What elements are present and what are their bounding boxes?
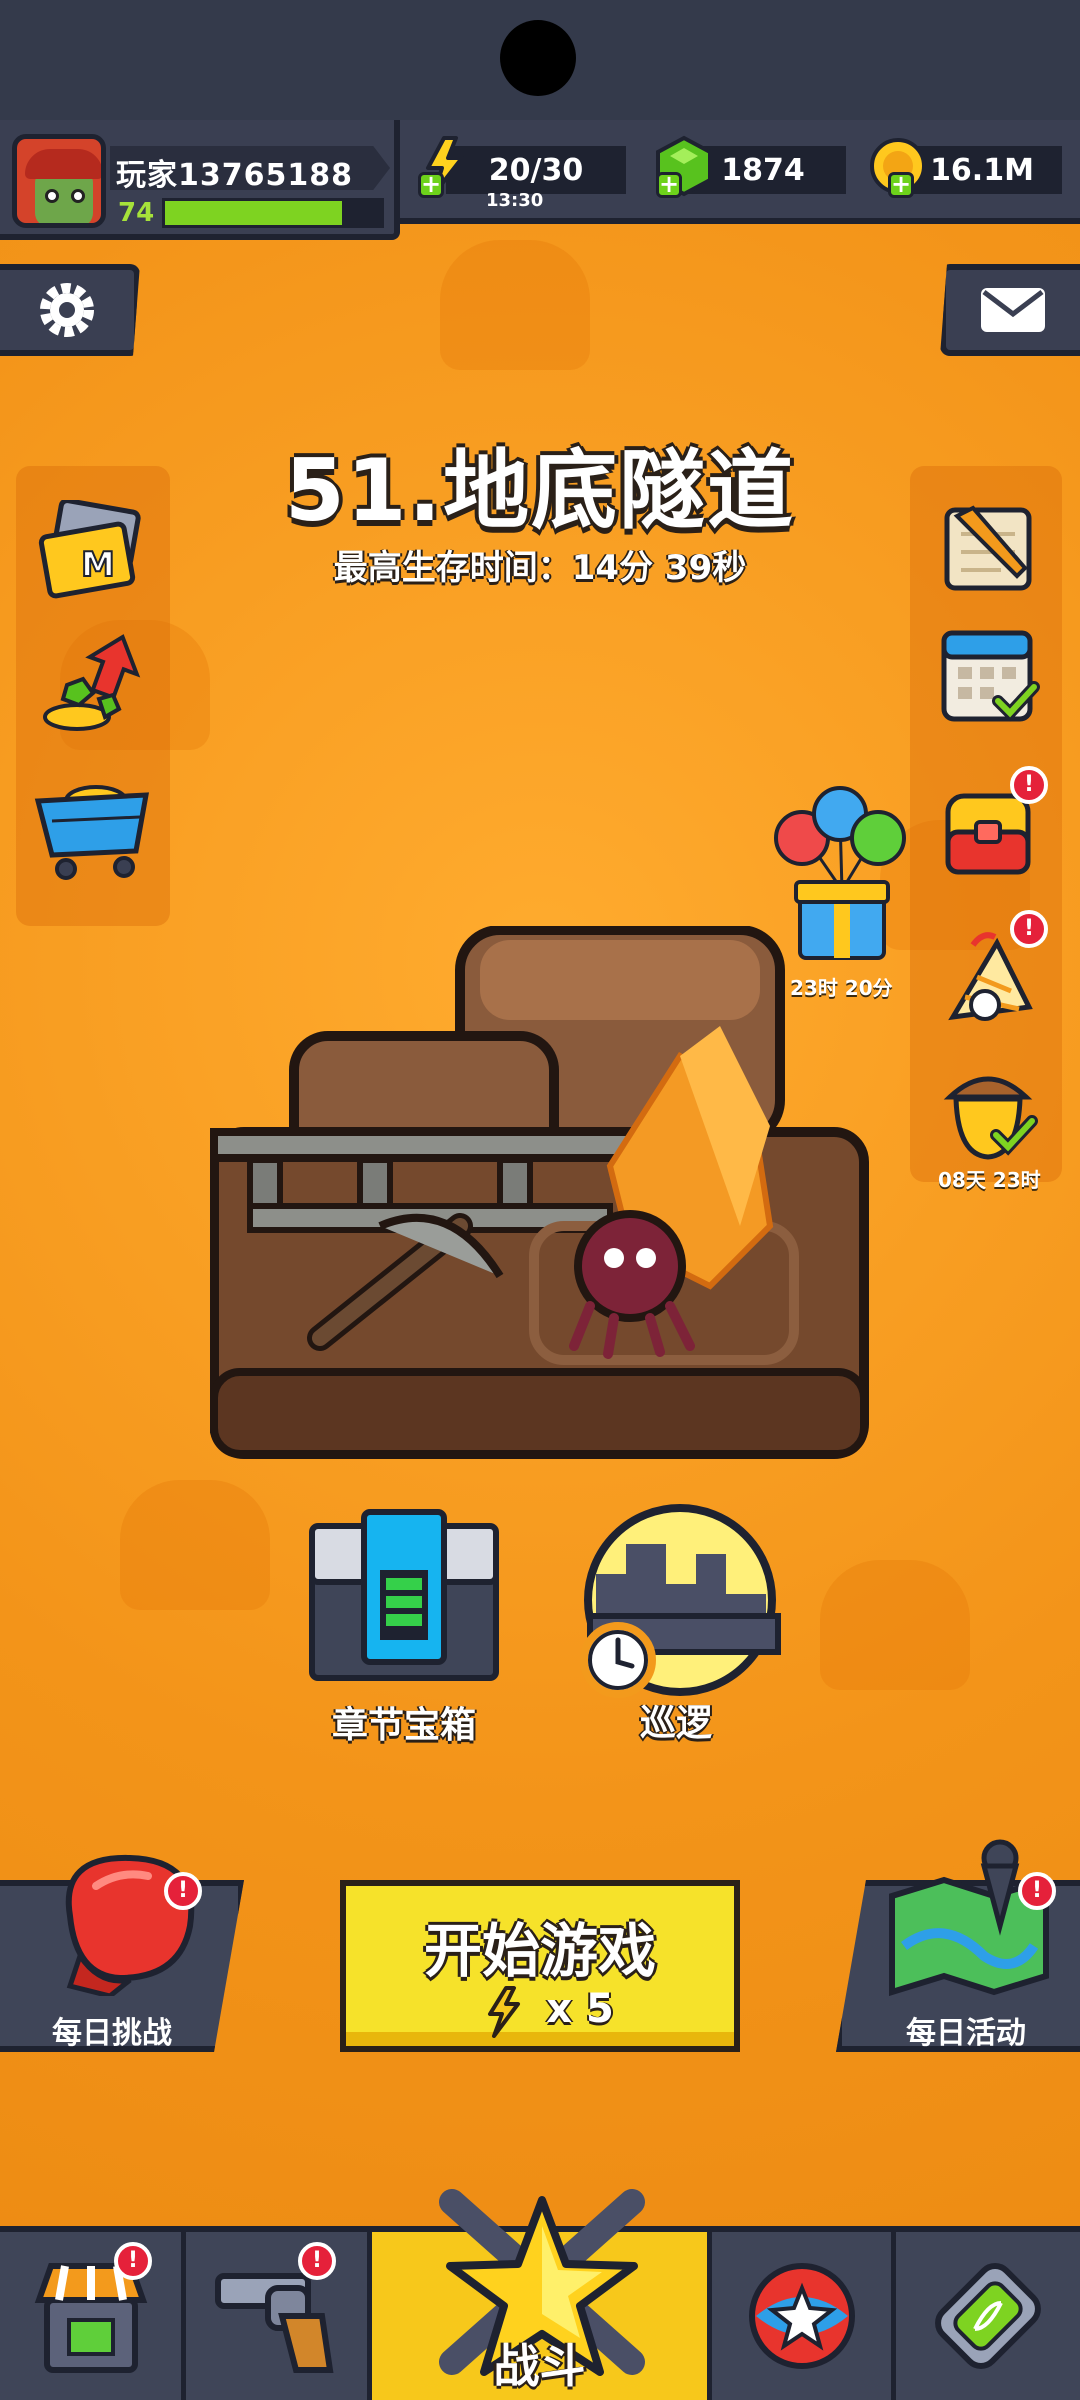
dna-capsule-icon	[935, 2263, 1041, 2369]
shop-cart-button[interactable]	[32, 766, 152, 886]
shopping-cart-icon	[34, 785, 150, 880]
acorn-event-button[interactable]	[928, 1052, 1048, 1172]
calendar-check-icon	[941, 630, 1040, 722]
mail-icon	[981, 288, 1045, 332]
player-avatar[interactable]	[12, 134, 106, 228]
daily-challenge-alert-badge: !	[164, 1872, 202, 1910]
start-game-cost: x 5	[546, 1986, 614, 2032]
settings-button[interactable]	[0, 264, 140, 356]
xp-bar-fill	[165, 201, 343, 225]
add-gems-icon[interactable]: +	[656, 172, 682, 198]
patrol-icon	[580, 1504, 781, 1698]
scroll-quill-icon	[944, 505, 1032, 591]
energy-timer: 13:30	[486, 190, 544, 211]
daily-event-alert-badge: !	[1018, 1872, 1056, 1910]
patrol-label: 巡逻	[639, 1703, 712, 1744]
chapter-chest-icon	[309, 1509, 499, 1681]
growth-fund-button[interactable]	[32, 624, 152, 744]
weapons-alert-badge: !	[298, 2242, 336, 2280]
daily-challenge-label: 每日挑战	[52, 2016, 172, 2051]
patrol-button[interactable]	[576, 1504, 782, 1700]
background-decor	[120, 1480, 270, 1610]
background-decor	[820, 1560, 970, 1690]
nav-shop[interactable]	[0, 2232, 186, 2400]
quest-log-button[interactable]	[928, 486, 1048, 606]
start-game-label: 开始游戏	[423, 1917, 656, 1985]
player-name: 玩家13765188	[116, 158, 353, 193]
boxing-glove-icon	[65, 1854, 195, 1996]
chapter-chest-button[interactable]	[306, 1506, 502, 1684]
add-energy-icon[interactable]: +	[418, 172, 444, 198]
start-game-button[interactable]: 开始游戏 x 5	[340, 1880, 740, 2052]
mail-button[interactable]	[940, 264, 1080, 356]
nav-weapons[interactable]	[186, 2232, 372, 2400]
gear-icon	[40, 283, 94, 337]
xp-bar	[162, 198, 384, 228]
acorn-event-timer: 08天 23时	[938, 1168, 1041, 1192]
backpack-alert-badge: !	[1010, 766, 1048, 804]
player-level: 74	[118, 198, 155, 228]
treasure-map-icon	[889, 1839, 1049, 1996]
mine-stage-artwork	[209, 925, 869, 1459]
chapter-chest-label: 章节宝箱	[331, 1705, 476, 1746]
stage-illustration[interactable]	[209, 925, 870, 1466]
background-decor	[440, 240, 590, 370]
nav-battle-label: 战斗	[493, 2339, 586, 2393]
daily-event-label: 每日活动	[906, 2016, 1026, 2051]
nav-talents[interactable]	[712, 2232, 896, 2400]
growth-arrow-icon	[43, 634, 141, 731]
add-coins-icon[interactable]: +	[888, 172, 914, 198]
nav-battle[interactable]: 战斗	[372, 2189, 712, 2400]
star-orb-icon	[748, 2263, 855, 2369]
shop-alert-badge: !	[114, 2242, 152, 2280]
camera-cutout	[500, 20, 576, 96]
party-event-alert-badge: !	[1010, 910, 1048, 948]
acorn-icon	[943, 1076, 1038, 1160]
daily-checkin-button[interactable]	[928, 616, 1048, 736]
nav-evolution[interactable]	[896, 2232, 1080, 2400]
